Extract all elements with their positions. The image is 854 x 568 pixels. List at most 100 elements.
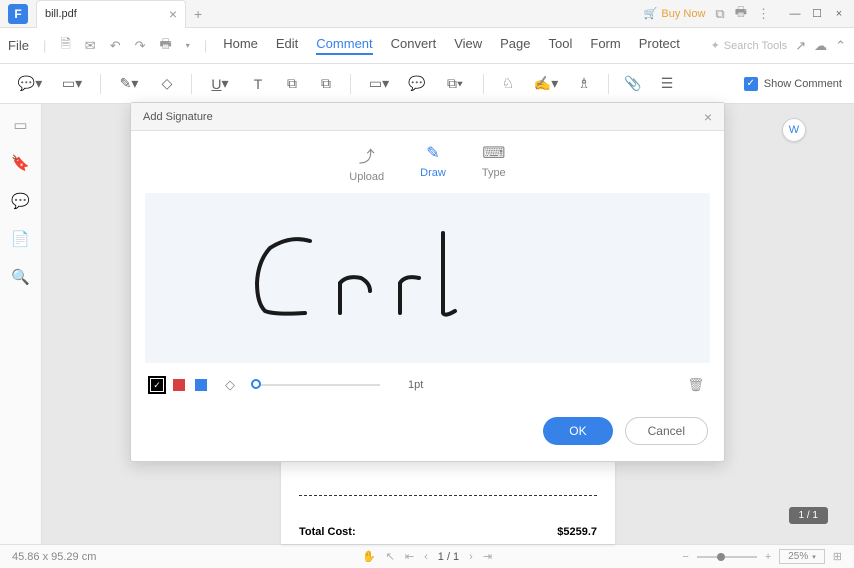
app-icon: F bbox=[8, 4, 28, 24]
page-number[interactable]: 1 / 1 bbox=[438, 551, 459, 563]
wand-icon: ✦ bbox=[711, 39, 720, 52]
eraser-icon[interactable]: ◇ bbox=[225, 377, 235, 393]
menu-home[interactable]: Home bbox=[223, 36, 258, 55]
select-tool-icon[interactable]: ↖ bbox=[386, 550, 395, 563]
more-icon[interactable]: ⋮ bbox=[757, 6, 770, 22]
stroke-label: 1pt bbox=[408, 379, 423, 391]
print-menu-icon[interactable]: 🖶 bbox=[160, 35, 172, 57]
external-link-icon[interactable]: ↗ bbox=[795, 38, 806, 54]
signature-tool[interactable]: ✍▾ bbox=[528, 70, 564, 98]
hand-tool-icon[interactable]: ✋ bbox=[362, 550, 376, 563]
minimize-icon[interactable]: — bbox=[788, 7, 802, 21]
total-cost-value: $5259.7 bbox=[557, 526, 597, 538]
document-tab[interactable]: bill.pdf × bbox=[36, 0, 186, 28]
menubar: File | 🗎 ✉ ↶ ↷ 🖶 ▾ | Home Edit Comment C… bbox=[0, 28, 854, 64]
show-comment-toggle[interactable]: ✓ Show Comment bbox=[744, 77, 842, 91]
approved-tool[interactable]: ♗ bbox=[570, 70, 598, 98]
search-tools[interactable]: ✦ Search Tools bbox=[711, 39, 788, 52]
textbox-tool[interactable]: ▭▾ bbox=[54, 70, 90, 98]
type-icon: ⌨ bbox=[482, 143, 505, 163]
color-black[interactable] bbox=[151, 379, 163, 391]
bookmark-icon[interactable]: 🔖 bbox=[11, 154, 30, 172]
cancel-button[interactable]: Cancel bbox=[625, 417, 708, 445]
save-icon[interactable]: 🗎 bbox=[60, 35, 70, 57]
fit-screen-icon[interactable]: ⊞ bbox=[833, 550, 842, 563]
first-page-icon[interactable]: ⇤ bbox=[405, 550, 414, 563]
underline-tool[interactable]: U▾ bbox=[202, 70, 238, 98]
sidebar-left: ▭ 🔖 💬 📄 🔍 bbox=[0, 104, 42, 544]
attachment-tool[interactable]: 📎 bbox=[619, 70, 647, 98]
menu-convert[interactable]: Convert bbox=[391, 36, 437, 55]
tab-draw-label: Draw bbox=[420, 167, 446, 179]
eraser-tool[interactable]: ◇ bbox=[153, 70, 181, 98]
mail-icon[interactable]: ✉ bbox=[85, 38, 96, 54]
menu-form[interactable]: Form bbox=[590, 36, 620, 55]
modal-header: Add Signature × bbox=[131, 103, 724, 131]
measure-tool[interactable]: ⧉▾ bbox=[437, 70, 473, 98]
tab-upload[interactable]: ⤴ Upload bbox=[349, 143, 384, 183]
cloud-icon[interactable]: ☁ bbox=[814, 38, 827, 54]
share-icon[interactable]: ⧉ bbox=[715, 6, 724, 22]
expand-icon[interactable]: ⌃ bbox=[835, 38, 846, 54]
zoom-in-icon[interactable]: + bbox=[765, 551, 771, 563]
cursor-position: 45.86 x 95.29 cm bbox=[12, 551, 96, 563]
menu-edit[interactable]: Edit bbox=[276, 36, 298, 55]
redo-icon[interactable]: ↷ bbox=[135, 38, 146, 54]
menu-view[interactable]: View bbox=[454, 36, 482, 55]
thumbnails-icon[interactable]: ▭ bbox=[13, 116, 27, 134]
trash-icon[interactable]: 🗑 bbox=[687, 377, 704, 393]
dashed-divider bbox=[299, 495, 597, 496]
next-page-icon[interactable]: › bbox=[469, 551, 473, 563]
callout-tool[interactable]: 💬 bbox=[403, 70, 431, 98]
prev-page-icon[interactable]: ‹ bbox=[424, 551, 428, 563]
titlebar: F bill.pdf × + 🛒 Buy Now ⧉ 🖶 ⋮ — ☐ × bbox=[0, 0, 854, 28]
shape-tool[interactable]: ▭▾ bbox=[361, 70, 397, 98]
chevron-down-icon[interactable]: ▾ bbox=[186, 41, 190, 50]
color-blue[interactable] bbox=[195, 379, 207, 391]
search-panel-icon[interactable]: 🔍 bbox=[11, 268, 30, 286]
tab-type[interactable]: ⌨ Type bbox=[482, 143, 506, 183]
ok-button[interactable]: OK bbox=[543, 417, 612, 445]
menu-tool[interactable]: Tool bbox=[549, 36, 573, 55]
zoom-select[interactable]: 25% ▾ bbox=[779, 549, 825, 564]
print-icon[interactable]: 🖶 bbox=[735, 3, 747, 25]
zoom-controls: − + 25% ▾ ⊞ bbox=[682, 549, 842, 564]
undo-icon[interactable]: ↶ bbox=[110, 38, 121, 54]
menu-comment[interactable]: Comment bbox=[316, 36, 372, 55]
stamp-tool[interactable]: ♘ bbox=[494, 70, 522, 98]
maximize-icon[interactable]: ☐ bbox=[810, 7, 824, 21]
last-page-icon[interactable]: ⇥ bbox=[483, 550, 492, 563]
tab-close-icon[interactable]: × bbox=[169, 6, 177, 22]
text-tool[interactable]: T bbox=[244, 70, 272, 98]
tab-add-icon[interactable]: + bbox=[194, 6, 202, 22]
upload-icon: ⤴ bbox=[359, 143, 375, 167]
sep bbox=[191, 74, 192, 94]
textpos-tool[interactable]: ⧉ bbox=[278, 70, 306, 98]
pencil-tool[interactable]: ✎▾ bbox=[111, 70, 147, 98]
titlebar-right: 🛒 Buy Now ⧉ 🖶 ⋮ — ☐ × bbox=[644, 3, 854, 25]
comments-panel-icon[interactable]: 💬 bbox=[11, 192, 30, 210]
menu-page[interactable]: Page bbox=[500, 36, 530, 55]
sep bbox=[100, 74, 101, 94]
zoom-out-icon[interactable]: − bbox=[682, 551, 688, 563]
tab-draw[interactable]: ✎ Draw bbox=[420, 143, 446, 183]
signature-draw-area[interactable] bbox=[145, 193, 710, 363]
slider-thumb[interactable] bbox=[251, 379, 261, 389]
modal-close-icon[interactable]: × bbox=[704, 109, 712, 125]
color-red[interactable] bbox=[173, 379, 185, 391]
zoom-thumb[interactable] bbox=[717, 553, 725, 561]
word-float-button[interactable]: W bbox=[782, 118, 806, 142]
zoom-slider[interactable] bbox=[697, 556, 757, 558]
note-tool[interactable]: 💬▾ bbox=[12, 70, 48, 98]
file-icon[interactable]: 📄 bbox=[11, 230, 30, 248]
buy-now-link[interactable]: 🛒 Buy Now bbox=[644, 7, 706, 20]
text-alt-tool[interactable]: ⧉ bbox=[312, 70, 340, 98]
menu-protect[interactable]: Protect bbox=[639, 36, 680, 55]
sep bbox=[350, 74, 351, 94]
list-tool[interactable]: ☰ bbox=[653, 70, 681, 98]
stroke-slider[interactable] bbox=[255, 384, 380, 386]
sep bbox=[608, 74, 609, 94]
cart-icon: 🛒 bbox=[644, 7, 658, 20]
file-menu[interactable]: File bbox=[8, 38, 29, 53]
close-window-icon[interactable]: × bbox=[832, 7, 846, 21]
